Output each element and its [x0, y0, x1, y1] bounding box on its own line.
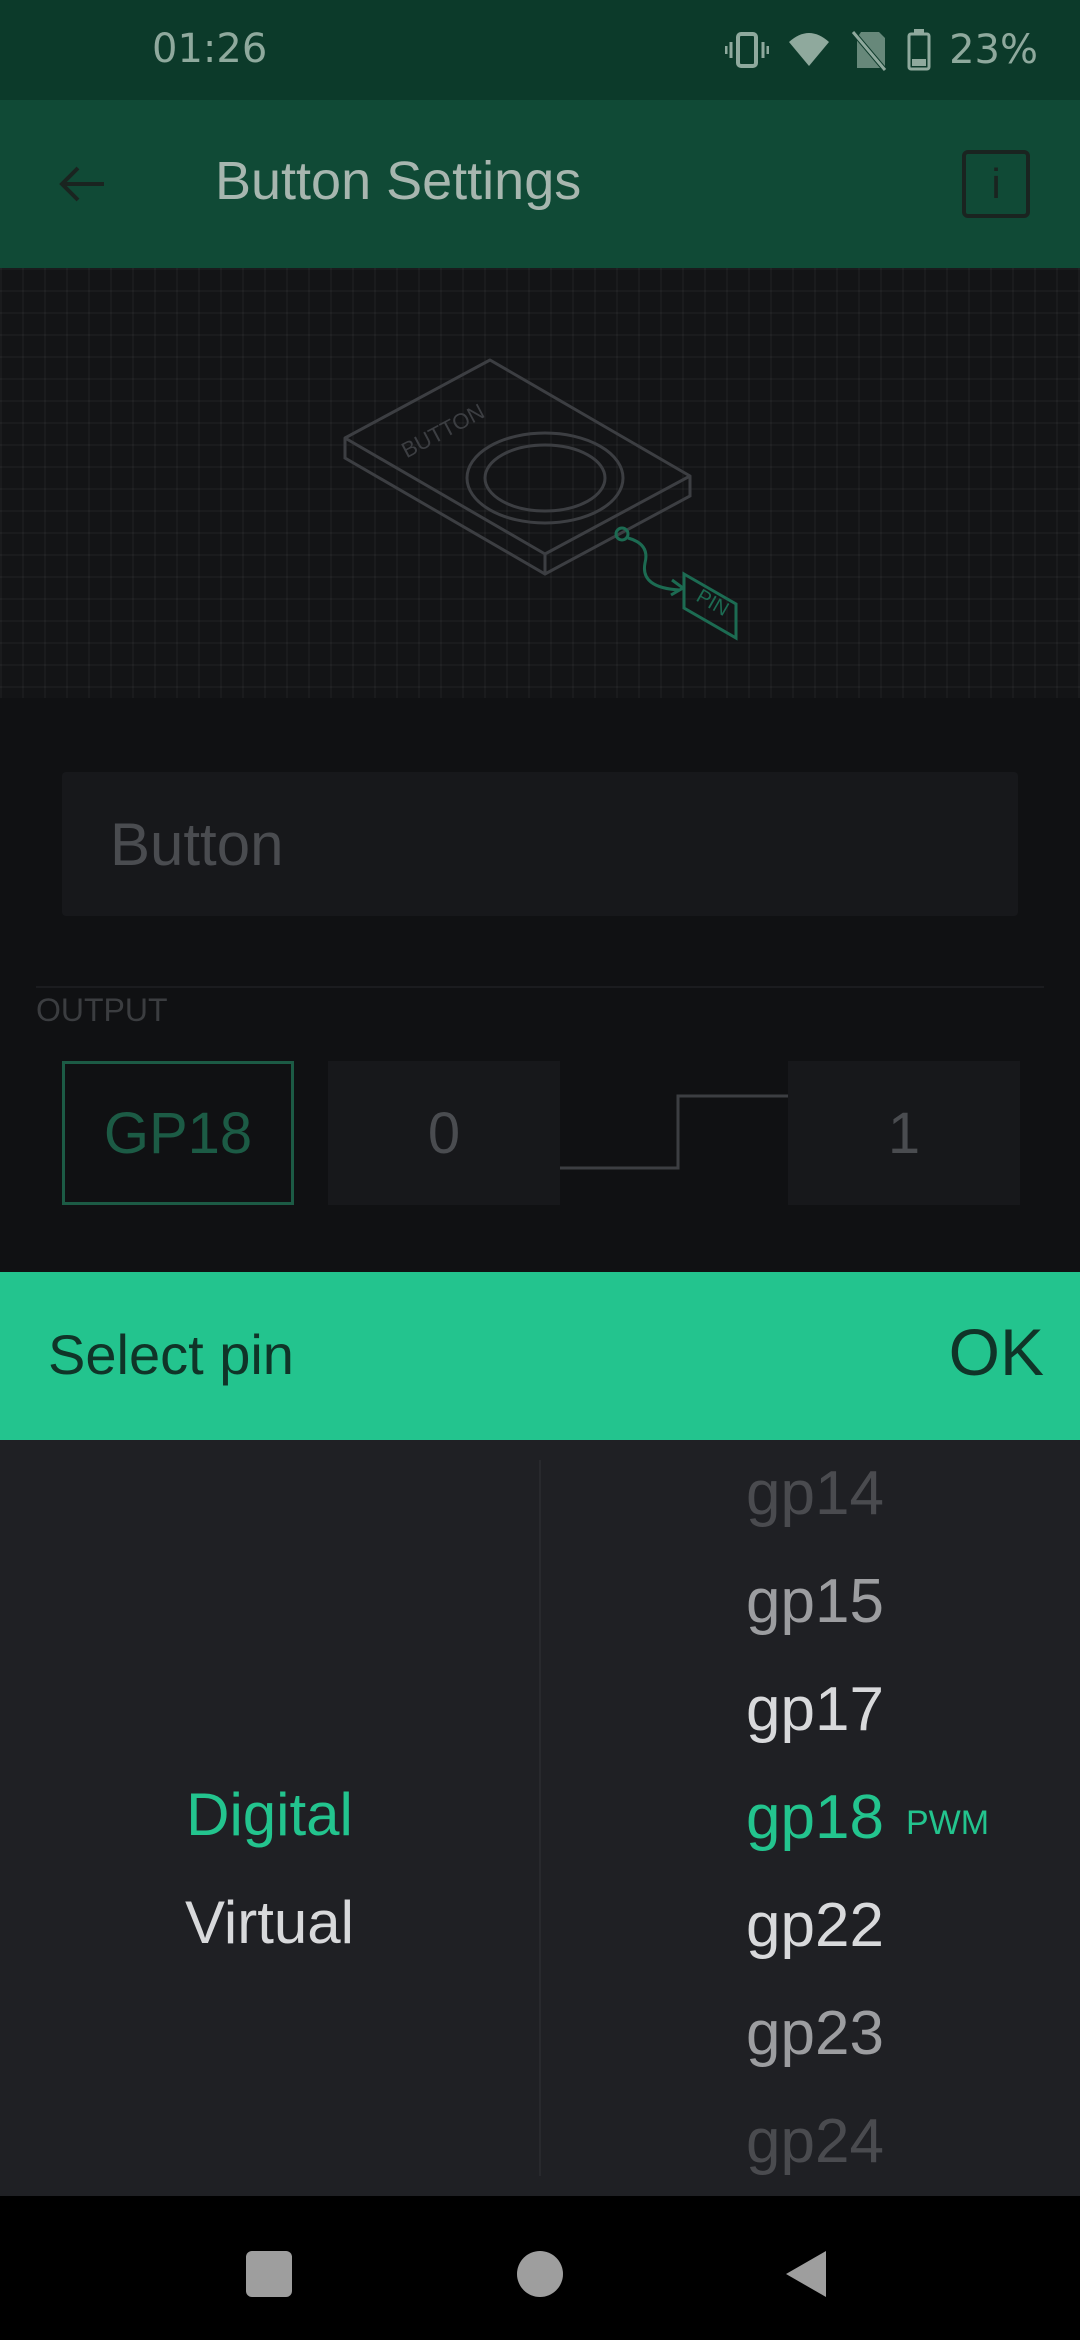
status-time: 01:26	[152, 26, 268, 72]
pin-option[interactable]: gp15	[746, 1566, 884, 1637]
pin-option[interactable]: gp14	[746, 1458, 884, 1529]
pin-type-digital[interactable]: Digital	[0, 1780, 539, 1849]
page-title: Button Settings	[215, 151, 582, 211]
no-sim-icon	[851, 30, 888, 72]
picker-separator	[539, 1460, 541, 2176]
circle-icon	[517, 2251, 563, 2297]
pin-option[interactable]: gp17	[746, 1674, 884, 1745]
back-arrow-icon	[59, 166, 104, 202]
pin-option[interactable]: gp22	[746, 1890, 884, 1961]
triangle-back-icon	[786, 2251, 826, 2297]
pin-type-virtual[interactable]: Virtual	[0, 1888, 539, 1957]
vibrate-icon	[725, 32, 770, 68]
settings-form: OUTPUT GP18 0 1	[0, 698, 1080, 1272]
status-icons: 23%	[725, 24, 1038, 76]
device-label: BUTTON	[397, 399, 488, 463]
status-bar: 01:26 23%	[0, 0, 1080, 100]
back-button[interactable]	[36, 144, 128, 224]
high-value-field[interactable]: 1	[788, 1061, 1020, 1205]
pwm-tag: PWM	[906, 1804, 990, 1842]
button-device-illustration: BUTTON PIN	[343, 358, 738, 641]
info-button[interactable]: i	[962, 150, 1030, 218]
battery-percent: 23%	[949, 27, 1038, 73]
ok-button[interactable]: OK	[949, 1314, 1044, 1390]
picker-title: Select pin	[48, 1323, 294, 1386]
info-icon: i	[991, 160, 1001, 207]
widget-illustration: BUTTON PIN	[0, 268, 1080, 698]
recents-button[interactable]	[219, 2224, 319, 2324]
picker-header: Select pin OK	[0, 1272, 1080, 1440]
square-icon	[246, 2251, 292, 2297]
pin-option-selected[interactable]: gp18	[746, 1782, 884, 1853]
battery-icon	[907, 29, 931, 71]
app-bar: Button Settings i	[0, 100, 1080, 268]
home-button[interactable]	[490, 2224, 590, 2324]
high-value: 1	[887, 1100, 921, 1166]
back-nav-button[interactable]	[757, 2224, 857, 2324]
system-nav-bar	[0, 2196, 1080, 2340]
pin-option[interactable]: gp24	[746, 2106, 884, 2177]
pin-option[interactable]: gp23	[746, 1998, 884, 2069]
pin-picker: Digital Virtual gp14 gp15 gp17 gp18 PWM …	[0, 1440, 1080, 2196]
wifi-icon	[789, 33, 830, 66]
